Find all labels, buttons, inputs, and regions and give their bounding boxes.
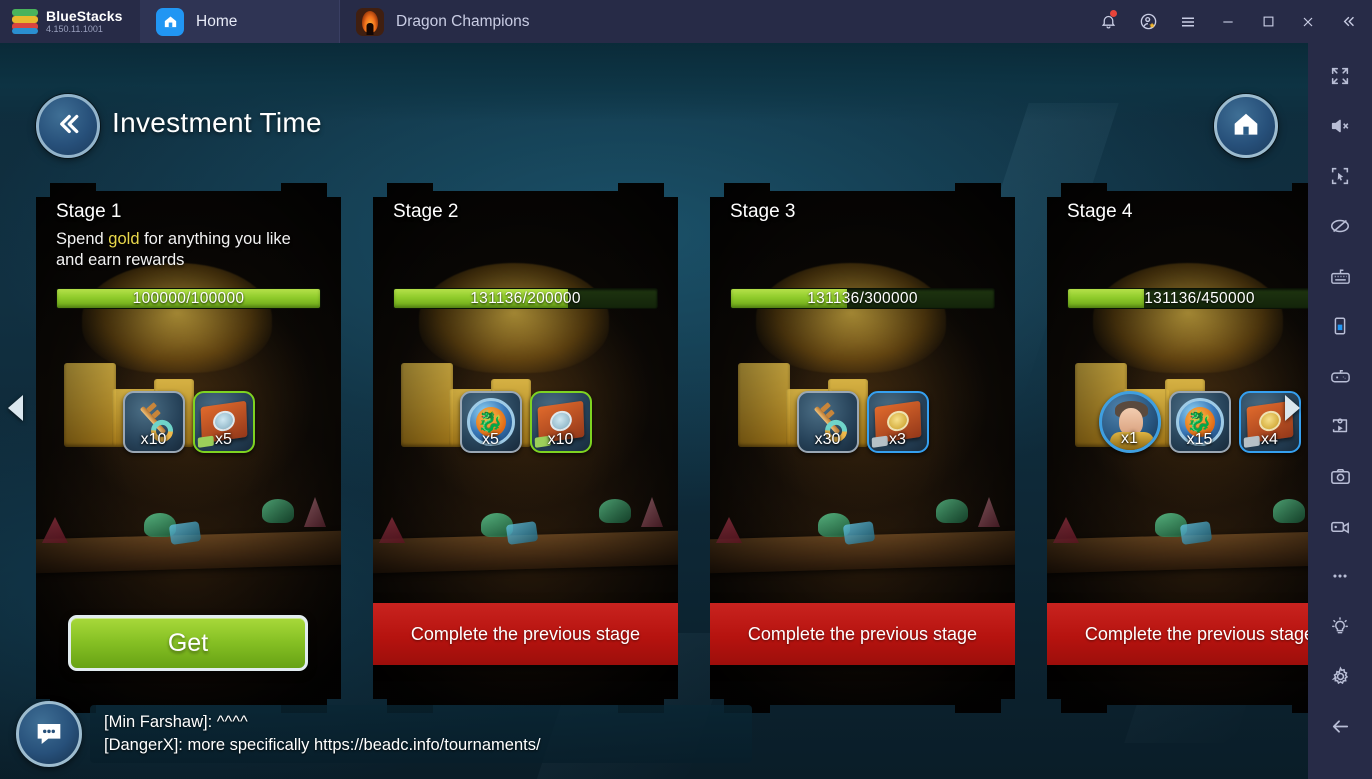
double-chevron-left-icon <box>53 109 83 144</box>
reward-item-book[interactable]: x5 <box>192 391 255 453</box>
hamburger-menu-icon[interactable] <box>1168 0 1208 43</box>
reward-item-key[interactable]: x10 <box>122 391 185 453</box>
stage-title: Stage 4 <box>1067 201 1133 222</box>
maximize-icon[interactable] <box>1248 0 1288 43</box>
prev-arrow-icon[interactable] <box>8 395 23 421</box>
next-arrow-icon[interactable] <box>1285 395 1300 421</box>
reward-quantity: x5 <box>215 431 232 448</box>
macro-script-icon[interactable] <box>1308 401 1372 451</box>
device-rotate-icon[interactable] <box>1308 301 1372 351</box>
progress-label: 131136/200000 <box>470 289 581 307</box>
reward-list: x30 x3 <box>710 391 1015 453</box>
claim-button-label: Get <box>167 628 209 657</box>
reward-list: x1 🐉 x15 x4 <box>1047 391 1308 453</box>
account-star-icon[interactable] <box>1128 0 1168 43</box>
chat-message-list: [Min Farshaw]: ^^^^ [DangerX]: more spec… <box>90 705 752 763</box>
page-title: Investment Time <box>112 107 322 138</box>
screenshot-camera-icon[interactable] <box>1308 451 1372 501</box>
stage-card[interactable]: Stage 4 131136/450000 x1 🐉 x15 x4 Comple… <box>1047 183 1308 713</box>
back-button[interactable] <box>36 94 100 158</box>
tab-home-label: Home <box>196 12 238 30</box>
bluestacks-brand: BlueStacks 4.150.11.1001 <box>0 0 140 43</box>
mute-icon[interactable] <box>1308 101 1372 151</box>
brand-name: BlueStacks <box>46 7 123 24</box>
reward-quantity: x10 <box>140 431 167 448</box>
locked-button-label: Complete the previous stage <box>410 623 641 644</box>
locked-button[interactable]: Complete the previous stage <box>710 603 1015 665</box>
screen-select-icon[interactable] <box>1308 151 1372 201</box>
reward-quantity: x10 <box>547 431 574 448</box>
reward-item-book[interactable]: x10 <box>529 391 592 453</box>
bluestacks-logo-icon <box>12 8 38 35</box>
reward-item-key[interactable]: x30 <box>796 391 859 453</box>
stage-title: Stage 1 <box>56 201 122 222</box>
reward-list: 🐉 x5 x10 <box>373 391 678 453</box>
reward-quantity: x1 <box>1121 430 1138 447</box>
chat-bubble-icon[interactable] <box>16 701 82 767</box>
home-icon <box>156 7 184 36</box>
locked-button[interactable]: Complete the previous stage <box>373 603 678 665</box>
titlebar-actions <box>1088 0 1372 43</box>
gamepad-icon[interactable] <box>1308 351 1372 401</box>
reward-quantity: x15 <box>1186 431 1213 448</box>
bluestacks-titlebar: BlueStacks 4.150.11.1001 Home Dragon Cha… <box>0 0 1372 43</box>
reward-item-medal[interactable]: 🐉 x15 <box>1168 391 1231 453</box>
settings-gear-icon[interactable] <box>1308 651 1372 701</box>
game-icon <box>356 7 384 36</box>
reward-quantity: x30 <box>814 431 841 448</box>
stage-description: Spend gold for anything you like and ear… <box>56 229 314 271</box>
close-icon[interactable] <box>1288 0 1328 43</box>
game-viewport: Investment Time Stage 1 Spend gold for a… <box>0 43 1308 779</box>
progress-label: 131136/450000 <box>1144 289 1255 307</box>
bluestacks-sidebar <box>1308 43 1372 779</box>
progress-label: 131136/300000 <box>807 289 918 307</box>
tab-dragon-champions-label: Dragon Champions <box>396 12 530 30</box>
locked-button[interactable]: Complete the previous stage <box>1047 603 1308 665</box>
chat-message: [Min Farshaw]: ^^^^ <box>104 713 248 731</box>
reward-quantity: x4 <box>1261 431 1278 448</box>
fullscreen-icon[interactable] <box>1308 51 1372 101</box>
notifications-icon[interactable] <box>1088 0 1128 43</box>
home-button[interactable] <box>1214 94 1278 158</box>
locked-button-label: Complete the previous stage <box>1084 623 1308 644</box>
keyboard-controls-icon[interactable] <box>1308 251 1372 301</box>
reward-quantity: x3 <box>889 431 906 448</box>
stage-card[interactable]: Stage 1 Spend gold for anything you like… <box>36 183 341 713</box>
ad-block-icon[interactable] <box>1308 201 1372 251</box>
collapse-chevrons-icon[interactable] <box>1328 0 1368 43</box>
stage-card[interactable]: Stage 2 131136/200000 🐉 x5 x10 Complete … <box>373 183 678 713</box>
desc-highlight: gold <box>108 230 140 248</box>
stage-card-list: Stage 1 Spend gold for anything you like… <box>36 183 1308 713</box>
reward-item-hero[interactable]: x1 <box>1098 391 1161 453</box>
back-arrow-icon[interactable] <box>1308 701 1372 751</box>
home-house-icon <box>1230 108 1262 145</box>
stage-title: Stage 3 <box>730 201 796 222</box>
tips-lightbulb-icon[interactable] <box>1308 601 1372 651</box>
locked-button-label: Complete the previous stage <box>747 623 978 644</box>
record-video-icon[interactable] <box>1308 501 1372 551</box>
notification-badge <box>1110 10 1117 17</box>
reward-list: x10 x5 <box>36 391 341 453</box>
progress-label: 100000/100000 <box>132 289 245 307</box>
stage-title: Stage 2 <box>393 201 459 222</box>
desc-prefix: Spend <box>56 230 109 248</box>
reward-quantity: x5 <box>482 431 499 448</box>
claim-button[interactable]: Get <box>68 615 308 671</box>
reward-item-medal[interactable]: 🐉 x5 <box>459 391 522 453</box>
stage-progress-bar: 100000/100000 <box>56 288 321 309</box>
titlebar-drag-region <box>538 0 1088 43</box>
tab-home[interactable]: Home <box>140 0 339 43</box>
stage-card[interactable]: Stage 3 131136/300000 x30 x3 Complete th… <box>710 183 1015 713</box>
minimize-icon[interactable] <box>1208 0 1248 43</box>
brand-version: 4.150.11.1001 <box>46 23 103 34</box>
stage-progress-bar: 131136/200000 <box>393 288 658 309</box>
chat-message: [DangerX]: more specifically https://bea… <box>104 736 541 754</box>
stage-progress-bar: 131136/300000 <box>730 288 995 309</box>
stage-progress-bar: 131136/450000 <box>1067 288 1308 309</box>
chat-overlay[interactable]: [Min Farshaw]: ^^^^ [DangerX]: more spec… <box>16 701 752 767</box>
tab-dragon-champions[interactable]: Dragon Champions <box>339 0 538 43</box>
more-options-icon[interactable] <box>1308 551 1372 601</box>
reward-item-book-gold[interactable]: x3 <box>866 391 929 453</box>
